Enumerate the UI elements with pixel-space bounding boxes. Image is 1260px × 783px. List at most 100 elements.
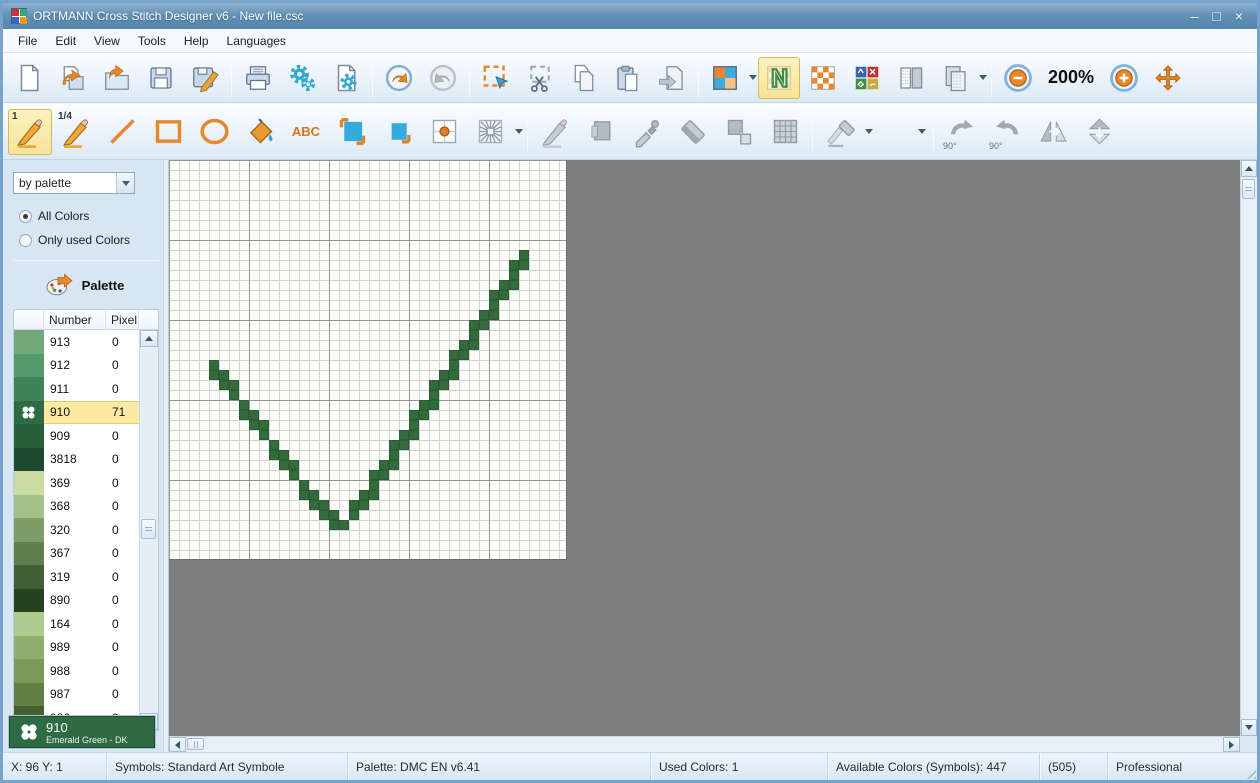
view-layers-dropdown-icon[interactable] [979,75,987,80]
view-symbols-button[interactable] [758,57,800,99]
more-options-dropdown-icon[interactable] [915,111,929,153]
radio-option-0[interactable]: All Colors [19,206,163,226]
header-pixel[interactable]: Pixel [106,310,139,329]
page-setup-button[interactable] [325,57,367,99]
palette-scroll-thumb[interactable] [141,519,156,539]
menu-tools[interactable]: Tools [129,31,175,51]
flip-horizontal-button[interactable] [1031,109,1075,155]
view-blocks-dropdown-icon[interactable] [749,75,757,80]
import-image-button[interactable] [52,57,94,99]
menu-help[interactable]: Help [175,31,218,51]
horizontal-scroll-track[interactable] [186,737,1223,752]
palette-row-369[interactable]: 3690 [14,471,139,495]
palette-row-164[interactable]: 1640 [14,612,139,636]
line-tool-button[interactable] [100,109,144,155]
scroll-left-button[interactable] [169,737,186,752]
save-as-button[interactable] [184,57,226,99]
palette-row-910[interactable]: 91071 [14,401,139,425]
palette-row-368[interactable]: 3680 [14,495,139,519]
select-shape-button[interactable] [579,109,623,155]
eraser-options-dropdown-icon[interactable] [865,129,873,134]
text-tool-button[interactable]: ABC [284,109,328,155]
palette-row-988[interactable]: 9880 [14,659,139,683]
palette-row-319[interactable]: 3190 [14,565,139,589]
half-stitch-block-button[interactable] [376,109,420,155]
menu-edit[interactable]: Edit [46,31,85,51]
palette-button[interactable]: Palette [13,269,155,301]
special-stitches-dropdown-icon[interactable] [515,129,523,134]
rectangle-tool-button[interactable] [146,109,190,155]
view-pattern-button[interactable] [802,57,844,99]
scroll-down-button[interactable] [1241,719,1257,736]
vertical-scrollbar[interactable] [1240,160,1257,736]
color-picker-button[interactable] [625,109,669,155]
rotate-ccw-button[interactable]: 90° [985,109,1029,155]
special-stitch-icon [474,115,507,148]
scroll-up-button[interactable] [1241,160,1257,177]
redo-button[interactable] [422,57,464,99]
zoom-in-button[interactable] [1103,57,1145,99]
special-stitches-button[interactable] [468,109,512,155]
paste-button[interactable] [607,57,649,99]
full-stitch-block-button[interactable] [330,109,374,155]
radio-option-1[interactable]: Only used Colors [19,230,163,250]
palette-row-989[interactable]: 9890 [14,636,139,660]
open-file-button[interactable] [96,57,138,99]
menu-languages[interactable]: Languages [218,31,295,51]
palette-filter-dropdown[interactable]: by palette [13,172,135,194]
grid-tool-button[interactable] [763,109,807,155]
eraser-button[interactable] [671,109,715,155]
view-split-button[interactable] [890,57,932,99]
palette-row-912[interactable]: 9120 [14,354,139,378]
palette-row-3818[interactable]: 38180 [14,448,139,472]
radio-icon[interactable] [19,234,32,247]
zoom-out-button[interactable] [997,57,1039,99]
copy-button[interactable] [563,57,605,99]
select-area-button[interactable] [475,57,517,99]
fill-tool-button[interactable] [238,109,282,155]
scroll-right-button[interactable] [1223,737,1240,752]
minimize-button[interactable]: – [1191,9,1199,23]
pattern-canvas[interactable] [169,160,567,560]
maximize-button[interactable]: □ [1212,9,1220,23]
rotate-cw-button[interactable]: 90° [939,109,983,155]
palette-row-890[interactable]: 8900 [14,589,139,613]
palette-row-367[interactable]: 3670 [14,542,139,566]
header-number[interactable]: Number [44,310,106,329]
menu-view[interactable]: View [85,31,129,51]
ellipse-tool-button[interactable] [192,109,236,155]
horizontal-scrollbar[interactable] [169,736,1240,752]
palette-scroll-up-button[interactable] [140,330,158,347]
print-button[interactable] [237,57,279,99]
palette-scrollbar[interactable] [139,330,158,730]
palette-row-987[interactable]: 9870 [14,683,139,707]
undo-button[interactable] [378,57,420,99]
horizontal-scroll-thumb[interactable] [187,738,204,750]
cut-button[interactable] [519,57,561,99]
palette-row-913[interactable]: 9130 [14,330,139,354]
replace-color-button[interactable] [717,109,761,155]
french-knot-button[interactable] [422,109,466,155]
new-file-button[interactable] [8,57,50,99]
flip-vertical-button[interactable] [1077,109,1121,155]
vertical-scroll-track[interactable] [1241,177,1257,719]
quarter-stitch-pencil-button[interactable]: 1/4 [54,109,98,155]
view-blocks-button[interactable] [704,57,746,99]
vertical-scroll-thumb[interactable] [1242,179,1255,199]
full-stitch-pencil-button[interactable]: 1 [8,109,52,155]
view-color-symbols-button[interactable] [846,57,888,99]
close-button[interactable]: × [1235,9,1243,23]
paste-as-new-button[interactable] [651,57,693,99]
backstitch-button[interactable] [533,109,577,155]
menu-file[interactable]: File [9,31,46,51]
palette-row-909[interactable]: 9090 [14,424,139,448]
palette-row-911[interactable]: 9110 [14,377,139,401]
palette-scroll-track[interactable] [140,347,158,713]
settings-button[interactable] [281,57,323,99]
radio-icon[interactable] [19,210,32,223]
pan-button[interactable] [1147,57,1189,99]
palette-row-320[interactable]: 3200 [14,518,139,542]
eraser-options-button[interactable] [818,109,862,155]
save-button[interactable] [140,57,182,99]
view-layers-button[interactable] [934,57,976,99]
